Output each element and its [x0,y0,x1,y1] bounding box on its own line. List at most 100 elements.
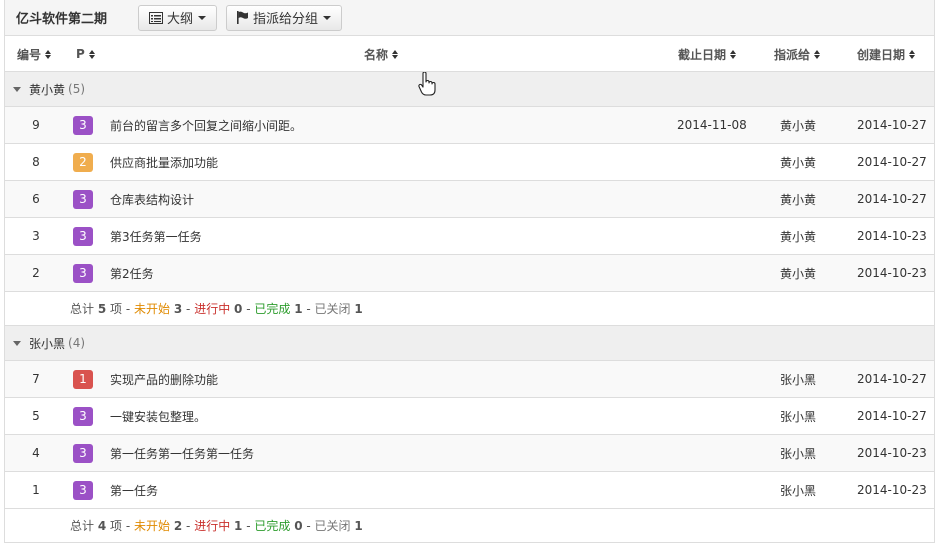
header-pri-label: P [76,47,85,61]
task-assignee: 黄小黄 [780,155,817,170]
task-name-link[interactable]: 第2任务 [110,255,154,291]
priority-badge: 3 [73,115,93,135]
task-created: 2014-10-27 [857,192,927,206]
task-created: 2014-10-23 [857,266,927,280]
priority-badge: 3 [73,189,93,209]
priority-badge: 3 [73,226,93,246]
priority-badge: 3 [73,263,93,283]
group-name: 张小黑 [29,336,66,351]
group-header[interactable]: 张小黑 (4) [5,326,934,361]
summary-closed-label: 已关闭 [314,302,351,316]
table-row[interactable]: 7 1 实现产品的删除功能 张小黑 2014-10-27 [5,361,934,398]
group-summary: 总计 5 项 - 未开始 3 - 进行中 0 - 已完成 1 - 已关闭 1 [5,292,934,326]
table-row[interactable]: 2 3 第2任务 黄小黄 2014-10-23 [5,255,934,292]
task-assignee: 黄小黄 [780,118,817,133]
summary-closed: 1 [354,518,363,533]
sort-deadline-header[interactable]: 截止日期 [678,36,737,72]
task-created: 2014-10-27 [857,409,927,423]
task-assignee: 黄小黄 [780,266,817,281]
header-deadline-label: 截止日期 [678,47,727,62]
toolbar: 亿斗软件第二期 大纲 指派给分组 [5,0,934,36]
task-id: 3 [32,229,40,243]
priority-badge: 3 [73,406,93,426]
sort-name-header[interactable]: 名称 [364,36,399,72]
task-created: 2014-10-27 [857,118,927,132]
summary-total: 4 [97,518,107,533]
task-id: 7 [32,372,40,386]
sort-icon [45,49,52,59]
task-id: 8 [32,155,40,169]
task-id: 5 [32,409,40,423]
task-name-link[interactable]: 仓库表结构设计 [110,181,194,217]
task-created: 2014-10-23 [857,229,927,243]
table-row[interactable]: 1 3 第一任务 张小黑 2014-10-23 [5,472,934,509]
table-row[interactable]: 9 3 前台的留言多个回复之间缩小间距。 2014-11-08 黄小黄 2014-10-2… [5,107,934,144]
task-name-link[interactable]: 一键安装包整理。 [110,398,206,434]
summary-in-progress: 1 [234,518,243,533]
outline-button[interactable]: 大纲 [138,4,218,31]
summary-not-started-label: 未开始 [134,302,171,316]
group-header[interactable]: 黄小黄 (5) [5,72,934,107]
summary-not-started: 3 [173,301,183,316]
caret-down-icon [13,340,21,346]
header-created-label: 创建日期 [857,47,906,62]
summary-done-label: 已完成 [254,519,291,533]
task-name-link[interactable]: 第一任务 [110,472,158,508]
assign-group-button[interactable]: 指派给分组 [226,4,343,31]
group-count: (5) [68,82,86,96]
task-id: 9 [32,118,40,132]
task-assignee: 黄小黄 [780,229,817,244]
task-assignee: 张小黑 [780,409,817,424]
chevron-down-icon [198,15,207,20]
task-name-link[interactable]: 实现产品的删除功能 [110,361,218,397]
task-created: 2014-10-23 [857,483,927,497]
sort-icon [909,49,916,59]
task-id: 2 [32,266,40,280]
table-header: 编号 P 名称 截止日期 指派给 创建日期 [5,36,934,72]
summary-closed-label: 已关闭 [314,519,351,533]
task-created: 2014-10-27 [857,155,927,169]
sort-assignee-header[interactable]: 指派给 [774,36,821,72]
task-assignee: 张小黑 [780,483,817,498]
flag-icon [237,11,249,24]
sort-pri-header[interactable]: P [76,36,95,72]
task-panel: 亿斗软件第二期 大纲 指派给分组 编号 P 名称 截止日期 指派给 创建日期 黄… [4,0,935,543]
sort-created-header[interactable]: 创建日期 [857,36,916,72]
summary-total-prefix: 总计 [70,302,95,316]
list-icon [149,11,163,24]
table-row[interactable]: 4 3 第一任务第一任务第一任务 张小黑 2014-10-23 [5,435,934,472]
caret-down-icon [13,86,21,92]
priority-badge: 2 [73,152,93,172]
sort-icon [730,49,737,59]
priority-badge: 3 [73,443,93,463]
project-title: 亿斗软件第二期 [16,12,108,27]
summary-total: 5 [97,301,107,316]
group-name: 黄小黄 [29,82,66,97]
sort-id-header[interactable]: 编号 [17,36,52,72]
summary-in-progress: 0 [234,301,243,316]
task-name-link[interactable]: 第一任务第一任务第一任务 [110,435,254,471]
task-id: 1 [32,483,40,497]
table-row[interactable]: 3 3 第3任务第一任务 黄小黄 2014-10-23 [5,218,934,255]
table-row[interactable]: 6 3 仓库表结构设计 黄小黄 2014-10-27 [5,181,934,218]
header-name-label: 名称 [364,47,389,62]
task-groups: 黄小黄 (5) 9 3 前台的留言多个回复之间缩小间距。 2014-11-08 黄小黄 201… [5,72,934,543]
group-summary: 总计 4 项 - 未开始 2 - 进行中 1 - 已完成 0 - 已关闭 1 [5,509,934,543]
summary-in-progress-label: 进行中 [194,302,231,316]
task-name-link[interactable]: 前台的留言多个回复之间缩小间距。 [110,107,302,143]
priority-badge: 3 [73,480,93,500]
summary-total-suffix: 项 [110,519,123,533]
summary-not-started: 2 [173,518,183,533]
task-id: 6 [32,192,40,206]
group-count: (4) [68,336,86,350]
priority-badge: 1 [73,369,93,389]
task-name-link[interactable]: 供应商批量添加功能 [110,144,218,180]
table-row[interactable]: 8 2 供应商批量添加功能 黄小黄 2014-10-27 [5,144,934,181]
task-name-link[interactable]: 第3任务第一任务 [110,218,202,254]
table-row[interactable]: 5 3 一键安装包整理。 张小黑 2014-10-27 [5,398,934,435]
sort-icon [392,49,399,59]
summary-total-suffix: 项 [110,302,123,316]
summary-total-prefix: 总计 [70,519,95,533]
summary-not-started-label: 未开始 [134,519,171,533]
outline-label: 大纲 [167,12,194,27]
